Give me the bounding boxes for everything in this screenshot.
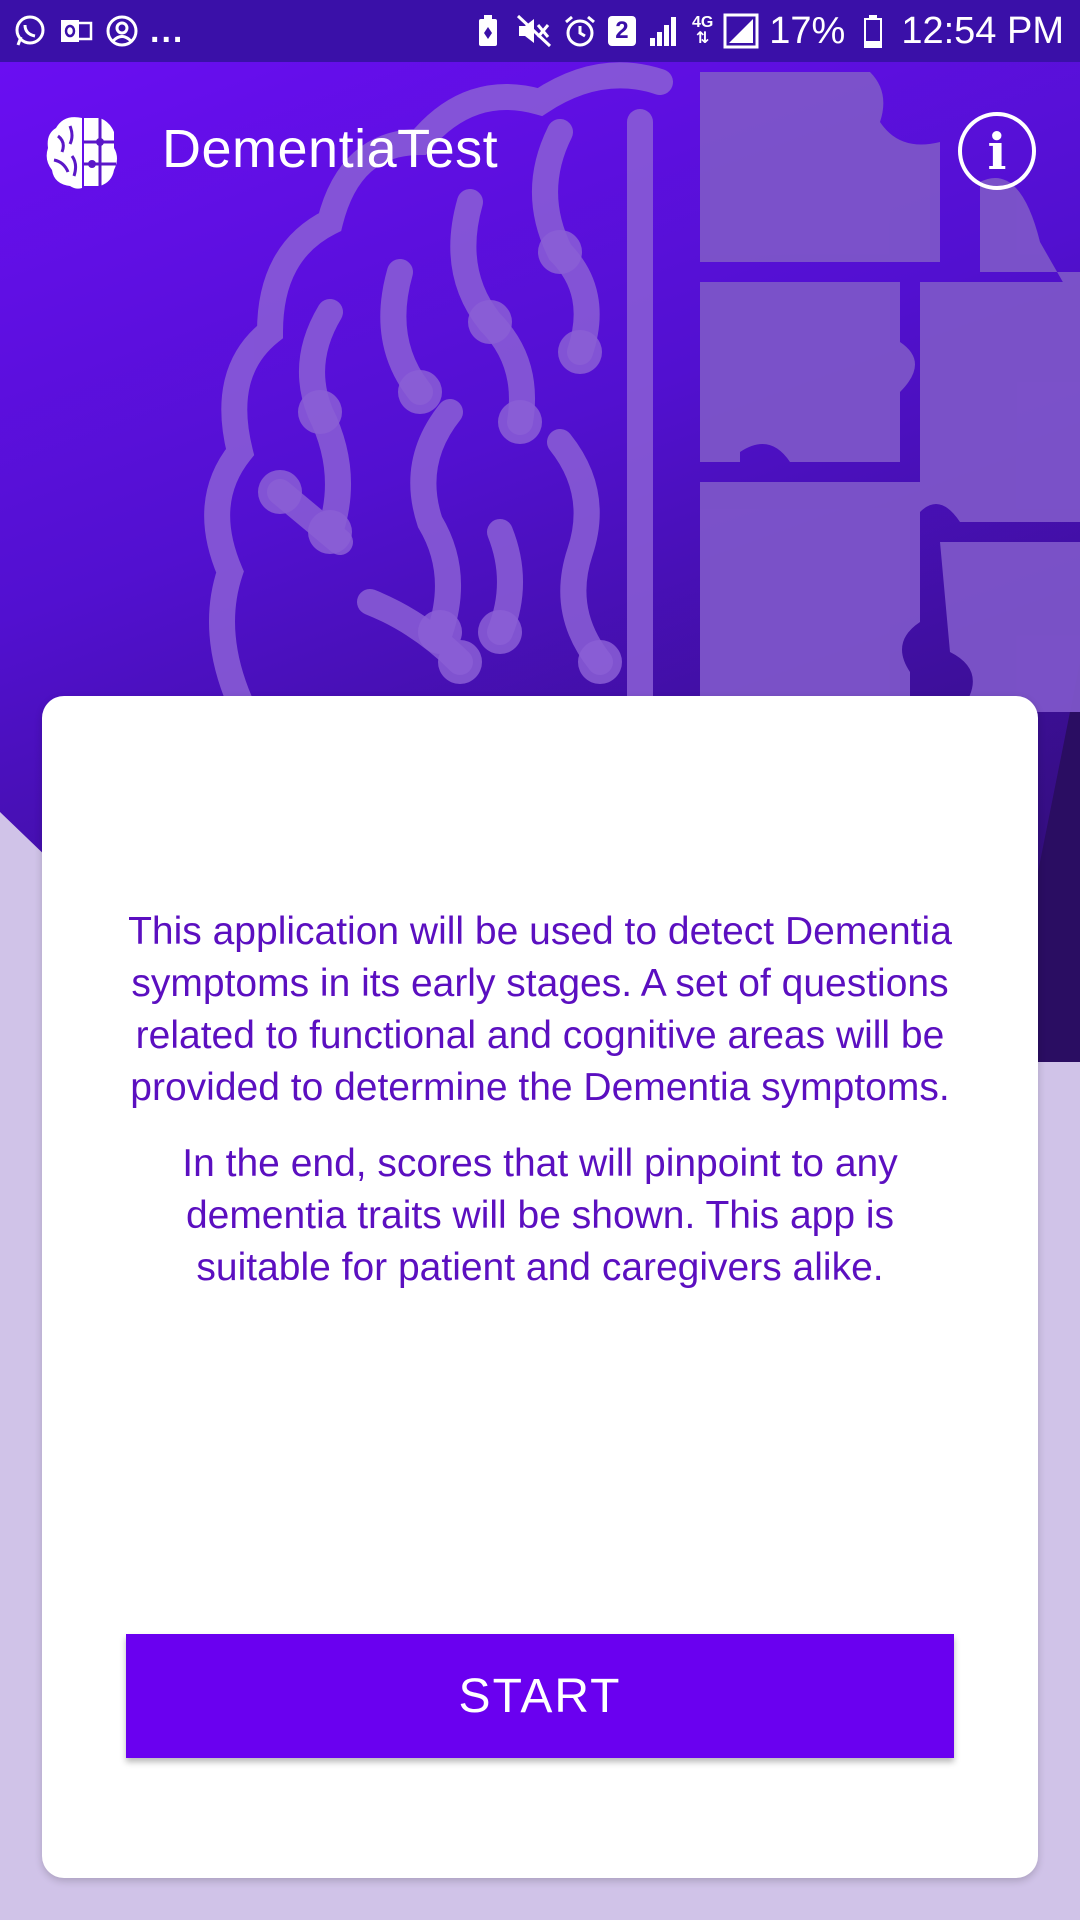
whatsapp-icon [12,13,48,49]
alarm-icon [562,13,598,49]
mute-icon [516,13,552,49]
clock: 12:54 PM [901,10,1064,52]
status-bar-left: ... [12,12,184,51]
signal-icon [646,13,682,49]
battery-percent: 17% [769,10,846,52]
intro-paragraph-2: In the end, scores that will pinpoint to… [182,1142,898,1289]
status-bar-right: 2 4G ⇅ 17% 12:54 PM [470,12,1064,50]
info-icon: i [987,121,1007,181]
data-arrows-icon: ⇅ [695,30,710,47]
data-icon [723,13,759,49]
intro-card: This application will be used to detect … [42,696,1038,1878]
battery-icon [855,13,891,49]
outlook-icon [58,13,94,49]
info-button[interactable]: i [958,112,1036,190]
app-title: DementiaTest [162,119,499,179]
network-type-label: 4G [691,14,714,31]
start-button[interactable]: START [126,1634,954,1758]
battery-saver-icon [470,13,506,49]
sim-2-icon: 2 [607,16,636,46]
brain-puzzle-logo-icon [44,112,120,192]
more-notifications: ... [150,11,185,50]
4g-icon: 4G ⇅ [692,15,713,47]
app-header: DementiaTest i [0,62,1080,248]
account-circle-icon [104,13,140,49]
intro-text: This application will be used to detect … [122,906,958,1318]
status-bar: ... 2 4G ⇅ 17% 12:54 PM [0,0,1080,62]
intro-paragraph-1: This application will be used to detect … [128,910,952,1109]
